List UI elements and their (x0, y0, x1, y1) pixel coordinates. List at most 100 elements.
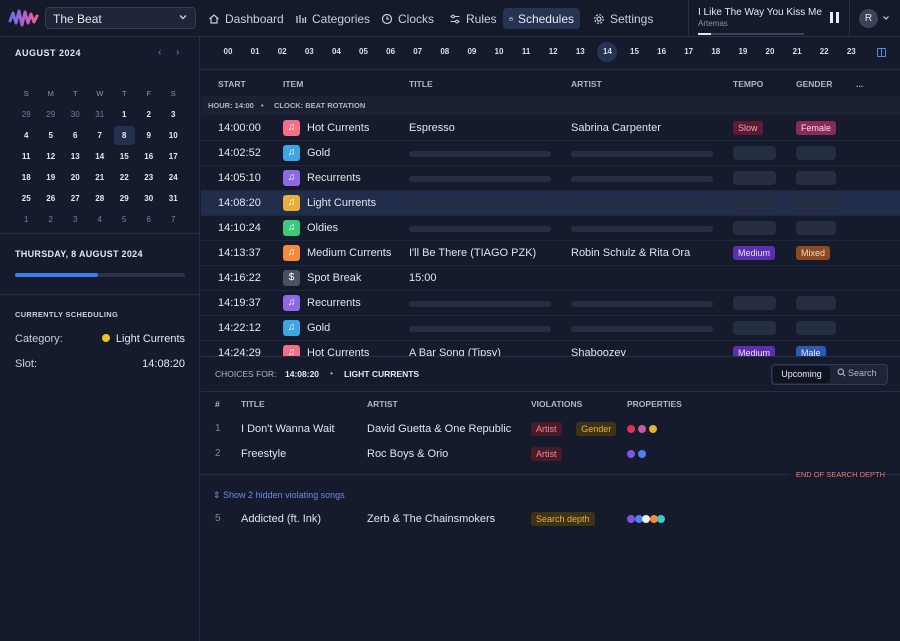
calendar-day[interactable]: 1 (14, 209, 39, 230)
calendar-day[interactable]: 20 (63, 167, 88, 188)
calendar-day[interactable]: 6 (137, 209, 162, 230)
calendar-day[interactable]: 5 (39, 125, 64, 146)
nav-dashboard[interactable]: Dashboard (202, 8, 290, 29)
hour-19[interactable]: 19 (733, 47, 753, 56)
panel-toggle-icon[interactable] (877, 48, 886, 57)
hour-22[interactable]: 22 (814, 47, 834, 56)
tab-upcoming[interactable]: Upcoming (773, 366, 830, 383)
calendar-day[interactable]: 4 (14, 125, 39, 146)
hour-17[interactable]: 17 (679, 47, 699, 56)
calendar-day[interactable]: 9 (137, 125, 162, 146)
calendar-day[interactable]: 6 (63, 125, 88, 146)
choice-row[interactable]: 2 Freestyle Roc Boys & Orio Artist (201, 442, 900, 467)
calendar-day[interactable]: 18 (14, 167, 39, 188)
schedule-row[interactable]: 14:05:10 ♫ Recurrents (201, 166, 900, 191)
schedule-row[interactable]: 14:19:37 ♫ Recurrents (201, 291, 900, 316)
pause-icon[interactable] (830, 12, 839, 23)
schedule-row[interactable]: 14:22:12 ♫ Gold (201, 316, 900, 341)
nav-categories[interactable]: Categories (289, 8, 376, 29)
hour-01[interactable]: 01 (245, 47, 265, 56)
calendar-day[interactable]: 5 (112, 209, 137, 230)
calendar-day[interactable]: 7 (88, 125, 113, 146)
calendar-day[interactable]: 16 (137, 146, 162, 167)
hour-02[interactable]: 02 (272, 47, 292, 56)
calendar-day[interactable]: 24 (161, 167, 186, 188)
hour-00[interactable]: 00 (218, 47, 238, 56)
hour-11[interactable]: 11 (516, 47, 536, 56)
choice-row[interactable]: 1 I Don't Wanna Wait David Guetta & One Re… (201, 417, 900, 442)
hour-13[interactable]: 13 (570, 47, 590, 56)
col-more[interactable]: ... (856, 79, 863, 89)
hour-12[interactable]: 12 (543, 47, 563, 56)
calendar-day[interactable]: 17 (161, 146, 186, 167)
calendar-day[interactable]: 7 (161, 209, 186, 230)
calendar-day[interactable]: 25 (14, 188, 39, 209)
calendar-day[interactable]: 29 (112, 188, 137, 209)
hour-08[interactable]: 08 (435, 47, 455, 56)
schedule-row[interactable]: 14:00:00 ♫ Hot Currents Espresso Sabrina Car… (201, 116, 900, 141)
nav-rules[interactable]: Rules (443, 8, 503, 29)
calendar-day[interactable]: 28 (88, 188, 113, 209)
schedule-row[interactable]: 14:16:22 $ Spot Break 15:00 (201, 266, 900, 291)
hour-21[interactable]: 21 (787, 47, 807, 56)
calendar-day[interactable]: 31 (161, 188, 186, 209)
schedule-row[interactable]: 14:24:29 ♫ Hot Currents A Bar Song (Tipsy) S… (201, 341, 900, 356)
calendar-day[interactable]: 21 (88, 167, 113, 188)
calendar-day[interactable]: 13 (63, 146, 88, 167)
hour-03[interactable]: 03 (299, 47, 319, 56)
schedule-row[interactable]: 14:02:52 ♫ Gold (201, 141, 900, 166)
sliders-icon (450, 14, 460, 23)
nav-clocks[interactable]: Clocks (375, 8, 440, 29)
hour-14[interactable]: 14 (597, 42, 618, 62)
calendar-day[interactable]: 19 (39, 167, 64, 188)
tab-search[interactable]: Search (837, 368, 877, 378)
calendar-day[interactable]: 10 (161, 125, 186, 146)
hour-07[interactable]: 07 (408, 47, 428, 56)
calendar-day[interactable]: 2 (137, 104, 162, 125)
hour-15[interactable]: 15 (625, 47, 645, 56)
hour-23[interactable]: 23 (841, 47, 861, 56)
hour-04[interactable]: 04 (326, 47, 346, 56)
schedule-row[interactable]: 14:13:37 ♫ Medium Currents I'll Be There (T… (201, 241, 900, 266)
hour-20[interactable]: 20 (760, 47, 780, 56)
chevron-down-icon[interactable] (882, 14, 890, 22)
calendar-day[interactable]: 30 (137, 188, 162, 209)
title-placeholder (409, 176, 551, 182)
show-hidden-songs-link[interactable]: ⇕ Show 2 hidden violating songs (213, 490, 345, 501)
nav-settings[interactable]: Settings (587, 8, 659, 29)
calendar-day[interactable]: 1 (112, 104, 137, 125)
station-selector[interactable]: The Beat (45, 7, 196, 29)
calendar-day[interactable]: 29 (39, 104, 64, 125)
calendar-day[interactable]: 30 (63, 104, 88, 125)
calendar-day[interactable]: 4 (88, 209, 113, 230)
calendar-day[interactable]: 27 (63, 188, 88, 209)
calendar-day[interactable]: 15 (112, 146, 137, 167)
calendar-day[interactable]: 22 (112, 167, 137, 188)
calendar-next-button[interactable]: › (176, 47, 179, 58)
now-playing-progress[interactable] (698, 33, 804, 35)
calendar-day[interactable]: 31 (88, 104, 113, 125)
calendar-day[interactable]: 2 (39, 209, 64, 230)
hour-18[interactable]: 18 (706, 47, 726, 56)
nav-schedules[interactable]: Schedules (503, 8, 580, 29)
row-artist: Robin Schulz & Rita Ora (571, 247, 691, 259)
choice-row[interactable]: 5 Addicted (ft. Ink) Zerb & The Chainsmoke… (201, 507, 900, 532)
calendar-day[interactable]: 28 (14, 104, 39, 125)
calendar-day[interactable]: 3 (161, 104, 186, 125)
calendar-day[interactable]: 26 (39, 188, 64, 209)
avatar[interactable]: R (859, 9, 878, 28)
hour-10[interactable]: 10 (489, 47, 509, 56)
calendar-day[interactable]: 14 (88, 146, 113, 167)
hour-05[interactable]: 05 (354, 47, 374, 56)
hour-09[interactable]: 09 (462, 47, 482, 56)
schedule-row[interactable]: 14:08:20 ♫ Light Currents (201, 191, 900, 216)
calendar-day[interactable]: 8 (112, 125, 137, 146)
hour-06[interactable]: 06 (381, 47, 401, 56)
calendar-day[interactable]: 3 (63, 209, 88, 230)
calendar-day[interactable]: 12 (39, 146, 64, 167)
hour-16[interactable]: 16 (652, 47, 672, 56)
calendar-day[interactable]: 23 (137, 167, 162, 188)
schedule-row[interactable]: 14:10:24 ♫ Oldies (201, 216, 900, 241)
calendar-prev-button[interactable]: ‹ (158, 47, 161, 58)
calendar-day[interactable]: 11 (14, 146, 39, 167)
